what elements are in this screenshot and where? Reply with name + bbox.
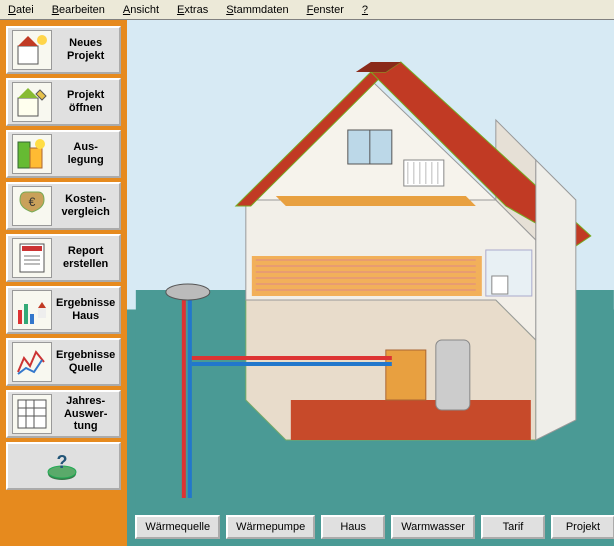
menu-extras[interactable]: Extras — [173, 3, 212, 17]
menu-ansicht[interactable]: Ansicht — [119, 3, 163, 17]
menu-fenster[interactable]: Fenster — [303, 3, 348, 17]
open-project-button[interactable]: Projekt öffnen — [6, 78, 121, 126]
report-icon — [12, 238, 52, 278]
open-project-icon — [12, 82, 52, 122]
menu-datei[interactable]: Datei — [4, 3, 38, 17]
annual-eval-icon — [12, 394, 52, 434]
menu-help[interactable]: ? — [358, 3, 372, 17]
btn-haus[interactable]: Haus — [321, 515, 385, 539]
bottom-toolbar: Wärmequelle Wärmepumpe Haus Warmwasser T… — [127, 508, 614, 546]
main-canvas-area: Wärmequelle Wärmepumpe Haus Warmwasser T… — [127, 20, 614, 546]
tool-label: Aus- legung — [56, 141, 115, 166]
annual-eval-button[interactable]: Jahres- Auswer- tung — [6, 390, 121, 438]
results-source-icon — [12, 342, 52, 382]
report-button[interactable]: Report erstellen — [6, 234, 121, 282]
help-icon: ? — [42, 446, 82, 486]
results-house-icon — [12, 290, 52, 330]
btn-waermequelle[interactable]: Wärmequelle — [135, 515, 220, 539]
svg-text:?: ? — [56, 452, 67, 472]
tool-label: Projekt öffnen — [56, 89, 115, 114]
menubar: Datei Bearbeiten Ansicht Extras Stammdat… — [0, 0, 614, 20]
new-project-icon — [12, 30, 52, 70]
btn-waermepumpe[interactable]: Wärmepumpe — [226, 515, 315, 539]
design-icon — [12, 134, 52, 174]
cost-compare-icon: € — [12, 186, 52, 226]
new-project-button[interactable]: Neues Projekt — [6, 26, 121, 74]
btn-tarif[interactable]: Tarif — [481, 515, 545, 539]
tool-label: Jahres- Auswer- tung — [56, 395, 115, 433]
house-illustration — [127, 20, 614, 508]
tool-label: Neues Projekt — [56, 37, 115, 62]
menu-stammdaten[interactable]: Stammdaten — [222, 3, 292, 17]
sidebar: Neues Projekt Projekt öffnen Aus- legung… — [0, 20, 127, 546]
svg-text:€: € — [29, 195, 36, 209]
tool-label: Report erstellen — [56, 245, 115, 270]
design-button[interactable]: Aus- legung — [6, 130, 121, 178]
tool-label: Ergebnisse Quelle — [56, 349, 115, 374]
cost-compare-button[interactable]: € Kosten- vergleich — [6, 182, 121, 230]
btn-projekt[interactable]: Projekt — [551, 515, 614, 539]
results-source-button[interactable]: Ergebnisse Quelle — [6, 338, 121, 386]
results-house-button[interactable]: Ergebnisse Haus — [6, 286, 121, 334]
tool-label: Ergebnisse Haus — [56, 297, 115, 322]
tool-label: Kosten- vergleich — [56, 193, 115, 218]
menu-bearbeiten[interactable]: Bearbeiten — [48, 3, 109, 17]
btn-warmwasser[interactable]: Warmwasser — [391, 515, 475, 539]
help-money-button[interactable]: ? — [6, 442, 121, 490]
